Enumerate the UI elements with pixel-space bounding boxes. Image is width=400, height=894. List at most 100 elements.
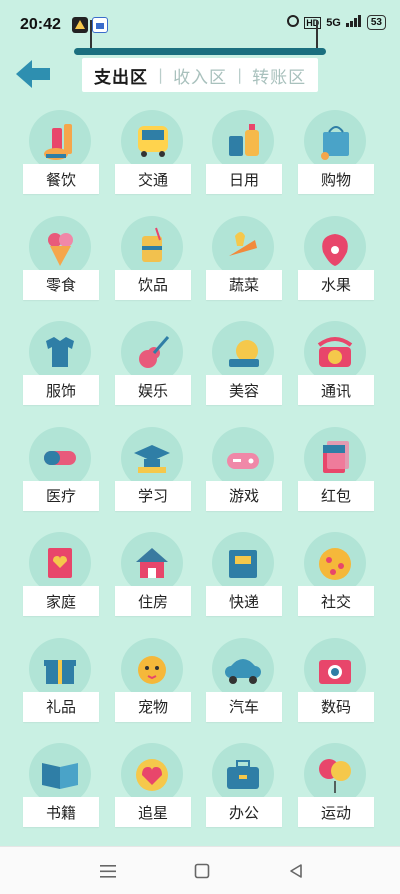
category-label: 追星: [115, 797, 191, 827]
hanging-rod: [74, 48, 326, 55]
category-item-17[interactable]: 家庭: [15, 528, 107, 628]
category-item-26[interactable]: 追星: [107, 739, 199, 839]
menu-icon: [100, 865, 116, 878]
category-item-19[interactable]: 快递: [198, 528, 290, 628]
category-label: 书籍: [23, 797, 99, 827]
category-item-13[interactable]: 医疗: [15, 423, 107, 523]
category-label: 游戏: [206, 480, 282, 511]
home-icon: [194, 863, 210, 879]
tab-transfer[interactable]: 转账区: [252, 63, 306, 88]
guitar-icon: [121, 331, 183, 375]
category-label: 饮品: [115, 269, 191, 300]
category-item-12[interactable]: 通讯: [290, 317, 382, 417]
pizza-icon: [304, 542, 366, 586]
category-label: 快递: [206, 586, 282, 616]
strawberry-icon: [304, 226, 366, 270]
category-item-22[interactable]: 宠物: [107, 634, 199, 734]
package-icon: [212, 542, 274, 586]
tab-separator: |: [237, 66, 243, 84]
alarm-icon: [287, 15, 300, 30]
category-label: 运动: [298, 797, 374, 827]
drink-icon: [121, 226, 183, 270]
category-item-25[interactable]: 书籍: [15, 739, 107, 839]
shirt-icon: [29, 331, 91, 375]
category-item-21[interactable]: 礼品: [15, 634, 107, 734]
pill-icon: [29, 437, 91, 481]
status-time: 20:42: [20, 16, 61, 33]
gift-icon: [29, 648, 91, 692]
briefcase-icon: [212, 753, 274, 797]
category-label: 社交: [298, 586, 374, 616]
tab-income[interactable]: 收入区: [173, 63, 227, 88]
balloon-icon: [304, 753, 366, 797]
ice-cream-icon: [29, 226, 91, 270]
category-label: 零食: [23, 269, 99, 300]
back-nav-button[interactable]: [284, 859, 308, 883]
gamepad-icon: [212, 437, 274, 481]
category-item-27[interactable]: 办公: [198, 739, 290, 839]
pet-icon: [121, 648, 183, 692]
category-label: 办公: [206, 797, 282, 827]
category-item-3[interactable]: 日用: [198, 106, 290, 206]
network-label: 5G: [326, 16, 341, 29]
category-label: 礼品: [23, 691, 99, 722]
category-item-7[interactable]: 蔬菜: [198, 212, 290, 312]
family-icon: [29, 542, 91, 586]
tab-expense[interactable]: 支出区: [94, 63, 148, 88]
battery-indicator: 53: [366, 15, 386, 30]
category-item-8[interactable]: 水果: [290, 212, 382, 312]
heart-badge-icon: [121, 753, 183, 797]
category-item-23[interactable]: 汽车: [198, 634, 290, 734]
category-item-11[interactable]: 美容: [198, 317, 290, 417]
telephone-icon: [304, 331, 366, 375]
category-item-20[interactable]: 社交: [290, 528, 382, 628]
graduation-cap-icon: [121, 437, 183, 481]
category-item-28[interactable]: 运动: [290, 739, 382, 839]
category-label: 交通: [115, 164, 191, 194]
car-icon: [212, 648, 274, 692]
category-label: 医疗: [23, 480, 99, 511]
category-label: 购物: [298, 164, 374, 194]
camera-icon: [304, 648, 366, 692]
category-label: 服饰: [23, 375, 99, 405]
category-item-9[interactable]: 服饰: [15, 317, 107, 417]
category-item-15[interactable]: 游戏: [198, 423, 290, 523]
category-item-10[interactable]: 娱乐: [107, 317, 199, 417]
daily-goods-icon: [212, 120, 274, 164]
vegetable-icon: [212, 226, 274, 270]
category-label: 日用: [206, 164, 282, 194]
category-item-18[interactable]: 住房: [107, 528, 199, 628]
category-label: 美容: [206, 375, 282, 405]
house-icon: [121, 542, 183, 586]
category-label: 宠物: [115, 691, 191, 722]
category-item-4[interactable]: 购物: [290, 106, 382, 206]
notification-icon: [92, 17, 108, 33]
signal-icon: [345, 15, 362, 30]
category-label: 红包: [298, 480, 374, 511]
category-label: 住房: [115, 586, 191, 616]
home-button[interactable]: [190, 859, 214, 883]
tab-separator: |: [158, 66, 164, 84]
food-icon: [29, 120, 91, 164]
category-label: 汽车: [206, 691, 282, 722]
category-item-5[interactable]: 零食: [15, 212, 107, 312]
category-item-1[interactable]: 餐饮: [15, 106, 107, 206]
category-item-14[interactable]: 学习: [107, 423, 199, 523]
category-label: 通讯: [298, 375, 374, 405]
hd-icon: HD: [304, 16, 322, 29]
category-item-6[interactable]: 饮品: [107, 212, 199, 312]
menu-button[interactable]: [96, 859, 120, 883]
system-nav-bar: [0, 846, 400, 894]
back-button[interactable]: [14, 56, 54, 92]
back-arrow-icon: [16, 60, 50, 88]
category-label: 水果: [298, 269, 374, 300]
category-item-16[interactable]: 红包: [290, 423, 382, 523]
category-item-24[interactable]: 数码: [290, 634, 382, 734]
status-bar: 20:42 HD 5G 53: [0, 0, 400, 48]
app-notification-icon: [72, 17, 88, 33]
category-label: 学习: [115, 480, 191, 511]
category-item-2[interactable]: 交通: [107, 106, 199, 206]
shopping-bag-icon: [304, 120, 366, 164]
category-label: 家庭: [23, 586, 99, 616]
category-label: 餐饮: [23, 164, 99, 194]
